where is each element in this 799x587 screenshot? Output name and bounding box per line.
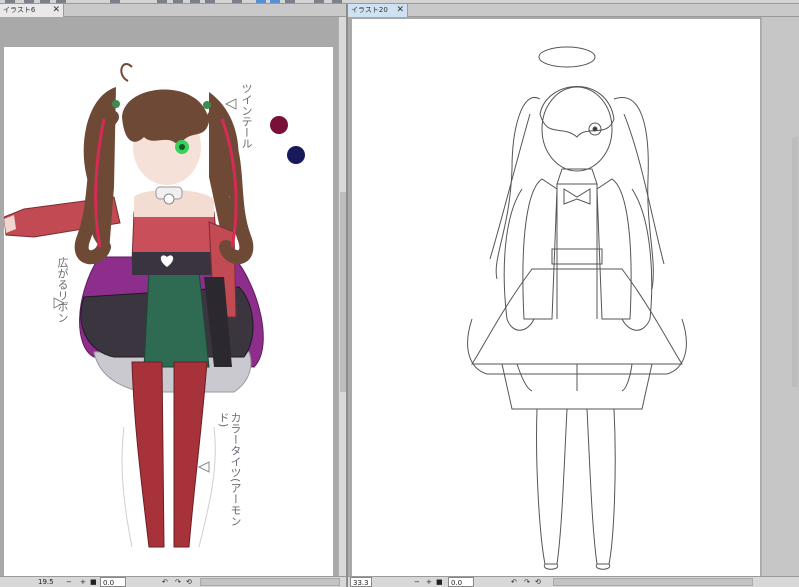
- annotation-twintail: ツインテール: [240, 83, 253, 149]
- app-window: イラスト6 ✕ ツインテール 広がるリボン カラータイツ(アーモンド) 19.5…: [0, 0, 799, 587]
- annotation-ribbon: 広がるリボン: [56, 257, 69, 323]
- toolbar-icon[interactable]: [157, 0, 167, 3]
- toolbar-icon[interactable]: [24, 0, 34, 3]
- swatch-color-2[interactable]: [287, 146, 305, 164]
- rotation-angle-field[interactable]: 0.0: [448, 577, 474, 587]
- reset-rotation-icon[interactable]: ⟲: [535, 577, 541, 587]
- zoom-out-button[interactable]: −: [414, 577, 420, 587]
- toolbar-icon[interactable]: [110, 0, 120, 3]
- canvas-area-left[interactable]: ツインテール 広がるリボン カラータイツ(アーモンド): [0, 17, 346, 577]
- status-bar-left: 19.5 − + ■ 0.0 ↶ ↷ ⟲: [0, 576, 346, 587]
- zoom-value[interactable]: 19.5: [38, 577, 54, 587]
- toolbar-icon[interactable]: [256, 0, 266, 3]
- toolbar-icon[interactable]: [332, 0, 342, 3]
- toolbar-icon[interactable]: [173, 0, 183, 3]
- horizontal-scrollbar-right[interactable]: [553, 578, 753, 586]
- toolbar-icon[interactable]: [205, 0, 215, 3]
- zoom-in-button[interactable]: +: [426, 577, 432, 587]
- annotation-tights: カラータイツ(アーモンド): [217, 412, 242, 527]
- canvas-pane-left: イラスト6 ✕ ツインテール 広がるリボン カラータイツ(アーモンド) 19.5…: [0, 4, 346, 587]
- zoom-in-button[interactable]: +: [80, 577, 86, 587]
- tab-title: イラスト6: [3, 6, 36, 14]
- canvas-pane-right: イラスト20 ✕ 33.3 − + ■ 0.0 ↶ ↷ ⟲: [348, 4, 799, 587]
- canvas-page-right[interactable]: [352, 19, 760, 577]
- tab-illust6[interactable]: イラスト6 ✕: [0, 4, 64, 17]
- toolbar-icon[interactable]: [5, 0, 15, 3]
- canvas-area-right[interactable]: [348, 17, 799, 577]
- close-icon[interactable]: ✕: [52, 4, 60, 17]
- rotate-right-icon[interactable]: ↷: [175, 577, 181, 587]
- vertical-scrollbar-right[interactable]: [761, 17, 799, 577]
- status-bar-right: 33.3 − + ■ 0.0 ↶ ↷ ⟲: [348, 576, 799, 587]
- horizontal-scrollbar-left[interactable]: [200, 578, 340, 586]
- toolbar-icon[interactable]: [314, 0, 324, 3]
- tab-bar-left: イラスト6 ✕: [0, 4, 346, 17]
- scrollbar-thumb[interactable]: [792, 137, 798, 387]
- line-art-illustration: [467, 46, 687, 570]
- tab-title: イラスト20: [351, 6, 388, 14]
- rotate-right-icon[interactable]: ↷: [524, 577, 530, 587]
- toolbar-icon[interactable]: [285, 0, 295, 3]
- reset-rotation-icon[interactable]: ⟲: [186, 577, 192, 587]
- toolbar-icon[interactable]: [56, 0, 66, 3]
- zoom-out-button[interactable]: −: [66, 577, 72, 587]
- toolbar-icon[interactable]: [190, 0, 200, 3]
- tab-bar-right: イラスト20 ✕: [348, 4, 799, 17]
- zoom-value[interactable]: 33.3: [350, 577, 372, 587]
- canvas-page-left[interactable]: ツインテール 広がるリボン カラータイツ(アーモンド): [4, 47, 333, 577]
- tab-illust20[interactable]: イラスト20 ✕: [348, 4, 408, 17]
- fit-icon[interactable]: ■: [436, 577, 443, 587]
- rotation-angle-field[interactable]: 0.0: [100, 577, 126, 587]
- swatch-color-1[interactable]: [270, 116, 288, 134]
- toolbar-icon[interactable]: [232, 0, 242, 3]
- rotate-left-icon[interactable]: ↶: [162, 577, 168, 587]
- fit-icon[interactable]: ■: [90, 577, 97, 587]
- close-icon[interactable]: ✕: [396, 4, 404, 17]
- rotate-left-icon[interactable]: ↶: [511, 577, 517, 587]
- toolbar-icon[interactable]: [40, 0, 50, 3]
- vertical-scrollbar-left[interactable]: [338, 17, 346, 577]
- toolbar-icon[interactable]: [270, 0, 280, 3]
